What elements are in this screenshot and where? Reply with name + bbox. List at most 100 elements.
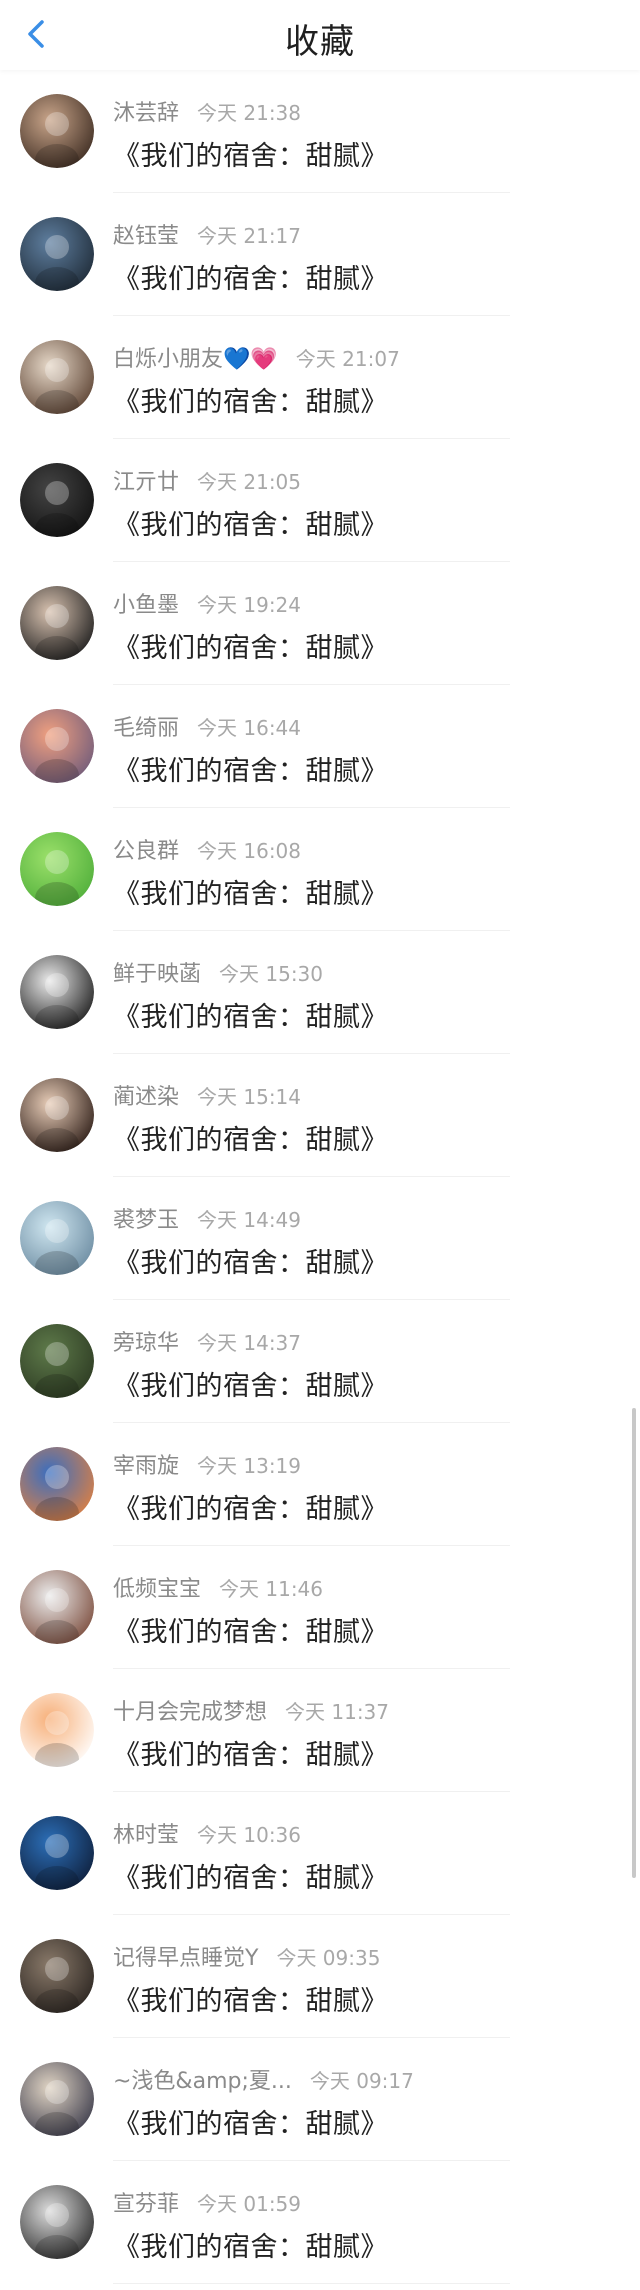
user-name[interactable]: 公良群 — [113, 833, 179, 865]
user-name[interactable]: 沐芸辞 — [113, 95, 179, 127]
list-item[interactable]: 裘梦玉 今天 14:49 《我们的宿舍：甜腻》 — [0, 1177, 640, 1300]
favorite-title[interactable]: 《我们的宿舍：甜腻》 — [113, 134, 388, 173]
list-item[interactable]: 公良群 今天 16:08 《我们的宿舍：甜腻》 — [0, 808, 640, 931]
avatar[interactable] — [20, 1816, 94, 1890]
user-name[interactable]: 林时莹 — [113, 1817, 179, 1849]
list-item[interactable]: 江亓廿 今天 21:05 《我们的宿舍：甜腻》 — [0, 439, 640, 562]
favorite-title[interactable]: 《我们的宿舍：甜腻》 — [113, 872, 388, 911]
user-name[interactable]: 低频宝宝 — [113, 1571, 201, 1603]
timestamp: 今天 11:37 — [285, 1699, 390, 1724]
item-meta: 蔺述染 今天 15:14 — [113, 1079, 301, 1111]
user-name[interactable]: 赵钰莹 — [113, 218, 179, 250]
favorite-title[interactable]: 《我们的宿舍：甜腻》 — [113, 1364, 388, 1403]
list-item[interactable]: 林时莹 今天 10:36 《我们的宿舍：甜腻》 — [0, 1792, 640, 1915]
timestamp: 今天 14:37 — [197, 1330, 302, 1355]
favorite-title[interactable]: 《我们的宿舍：甜腻》 — [113, 2225, 388, 2264]
favorite-title[interactable]: 《我们的宿舍：甜腻》 — [113, 626, 388, 665]
avatar-image — [20, 1816, 94, 1890]
list-item[interactable]: 毛绮丽 今天 16:44 《我们的宿舍：甜腻》 — [0, 685, 640, 808]
favorite-title[interactable]: 《我们的宿舍：甜腻》 — [113, 257, 388, 296]
user-name[interactable]: 江亓廿 — [113, 464, 179, 496]
item-meta: 公良群 今天 16:08 — [113, 833, 301, 865]
list-item[interactable]: 十月会完成梦想 今天 11:37 《我们的宿舍：甜腻》 — [0, 1669, 640, 1792]
avatar[interactable] — [20, 1447, 94, 1521]
user-name[interactable]: 裘梦玉 — [113, 1202, 179, 1234]
item-meta: 赵钰莹 今天 21:17 — [113, 218, 302, 250]
timestamp: 今天 16:44 — [197, 715, 302, 740]
avatar[interactable] — [20, 955, 94, 1029]
user-name[interactable]: 记得早点睡觉Y — [113, 1940, 258, 1972]
favorite-title[interactable]: 《我们的宿舍：甜腻》 — [113, 503, 388, 542]
user-name[interactable]: 毛绮丽 — [113, 710, 179, 742]
avatar[interactable] — [20, 1078, 94, 1152]
favorite-title[interactable]: 《我们的宿舍：甜腻》 — [113, 1241, 388, 1280]
item-meta: 白烁小朋友💙💗 今天 21:07 — [113, 341, 400, 373]
avatar[interactable] — [20, 1693, 94, 1767]
avatar[interactable] — [20, 463, 94, 537]
list-item[interactable]: 赵钰莹 今天 21:17 《我们的宿舍：甜腻》 — [0, 193, 640, 316]
user-name[interactable]: 小鱼墨 — [113, 587, 179, 619]
list-item[interactable]: 宰雨旋 今天 13:19 《我们的宿舍：甜腻》 — [0, 1423, 640, 1546]
avatar-image — [20, 709, 94, 783]
avatar[interactable] — [20, 586, 94, 660]
timestamp: 今天 21:17 — [197, 223, 302, 248]
user-name[interactable]: 鲜于映菡 — [113, 956, 201, 988]
avatar-image — [20, 94, 94, 168]
avatar[interactable] — [20, 709, 94, 783]
avatar[interactable] — [20, 2062, 94, 2136]
favorite-title[interactable]: 《我们的宿舍：甜腻》 — [113, 1118, 388, 1157]
avatar-image — [20, 1570, 94, 1644]
favorite-title[interactable]: 《我们的宿舍：甜腻》 — [113, 1733, 388, 1772]
avatar[interactable] — [20, 1939, 94, 2013]
avatar[interactable] — [20, 2185, 94, 2259]
list-item[interactable]: 低频宝宝 今天 11:46 《我们的宿舍：甜腻》 — [0, 1546, 640, 1669]
list-item[interactable]: 宣芬菲 今天 01:59 《我们的宿舍：甜腻》 — [0, 2161, 640, 2284]
avatar[interactable] — [20, 340, 94, 414]
list-item[interactable]: 白烁小朋友💙💗 今天 21:07 《我们的宿舍：甜腻》 — [0, 316, 640, 439]
user-name[interactable]: 旁琼华 — [113, 1325, 179, 1357]
avatar[interactable] — [20, 832, 94, 906]
favorite-title[interactable]: 《我们的宿舍：甜腻》 — [113, 995, 388, 1034]
avatar-image — [20, 1447, 94, 1521]
timestamp: 今天 09:17 — [309, 2068, 414, 2093]
timestamp: 今天 21:07 — [295, 346, 400, 371]
avatar[interactable] — [20, 1324, 94, 1398]
page-title: 收藏 — [285, 22, 355, 62]
avatar[interactable] — [20, 94, 94, 168]
avatar[interactable] — [20, 1570, 94, 1644]
favorite-title[interactable]: 《我们的宿舍：甜腻》 — [113, 2102, 388, 2141]
user-name[interactable]: 蔺述染 — [113, 1079, 179, 1111]
user-name[interactable]: 白烁小朋友💙💗 — [113, 341, 278, 373]
favorite-title[interactable]: 《我们的宿舍：甜腻》 — [113, 1856, 388, 1895]
avatar[interactable] — [20, 217, 94, 291]
avatar-image — [20, 2062, 94, 2136]
item-meta: 旁琼华 今天 14:37 — [113, 1325, 302, 1357]
user-name[interactable]: 十月会完成梦想 — [113, 1694, 267, 1726]
favorite-title[interactable]: 《我们的宿舍：甜腻》 — [113, 380, 388, 419]
list-item[interactable]: 记得早点睡觉Y 今天 09:35 《我们的宿舍：甜腻》 — [0, 1915, 640, 2038]
list-item[interactable]: 旁琼华 今天 14:37 《我们的宿舍：甜腻》 — [0, 1300, 640, 1423]
user-name[interactable]: 宰雨旋 — [113, 1448, 179, 1480]
user-name[interactable]: 宣芬菲 — [113, 2186, 179, 2218]
item-meta: 鲜于映菡 今天 15:30 — [113, 956, 324, 988]
item-meta: 宰雨旋 今天 13:19 — [113, 1448, 301, 1480]
favorite-title[interactable]: 《我们的宿舍：甜腻》 — [113, 1979, 388, 2018]
favorite-title[interactable]: 《我们的宿舍：甜腻》 — [113, 749, 388, 788]
row-divider — [113, 2283, 510, 2284]
list-item[interactable]: 沐芸辞 今天 21:38 《我们的宿舍：甜腻》 — [0, 70, 640, 193]
list-item[interactable]: 蔺述染 今天 15:14 《我们的宿舍：甜腻》 — [0, 1054, 640, 1177]
user-name[interactable]: ~浅色&amp;夏... — [113, 2063, 292, 2095]
avatar-image — [20, 463, 94, 537]
favorite-title[interactable]: 《我们的宿舍：甜腻》 — [113, 1487, 388, 1526]
timestamp: 今天 15:30 — [219, 961, 324, 986]
favorite-title[interactable]: 《我们的宿舍：甜腻》 — [113, 1610, 388, 1649]
timestamp: 今天 14:49 — [197, 1207, 302, 1232]
avatar-image — [20, 955, 94, 1029]
item-meta: 江亓廿 今天 21:05 — [113, 464, 301, 496]
scrollbar[interactable] — [632, 1408, 636, 1878]
list-item[interactable]: 小鱼墨 今天 19:24 《我们的宿舍：甜腻》 — [0, 562, 640, 685]
item-meta: 小鱼墨 今天 19:24 — [113, 587, 301, 619]
list-item[interactable]: 鲜于映菡 今天 15:30 《我们的宿舍：甜腻》 — [0, 931, 640, 1054]
avatar[interactable] — [20, 1201, 94, 1275]
list-item[interactable]: ~浅色&amp;夏... 今天 09:17 《我们的宿舍：甜腻》 — [0, 2038, 640, 2161]
